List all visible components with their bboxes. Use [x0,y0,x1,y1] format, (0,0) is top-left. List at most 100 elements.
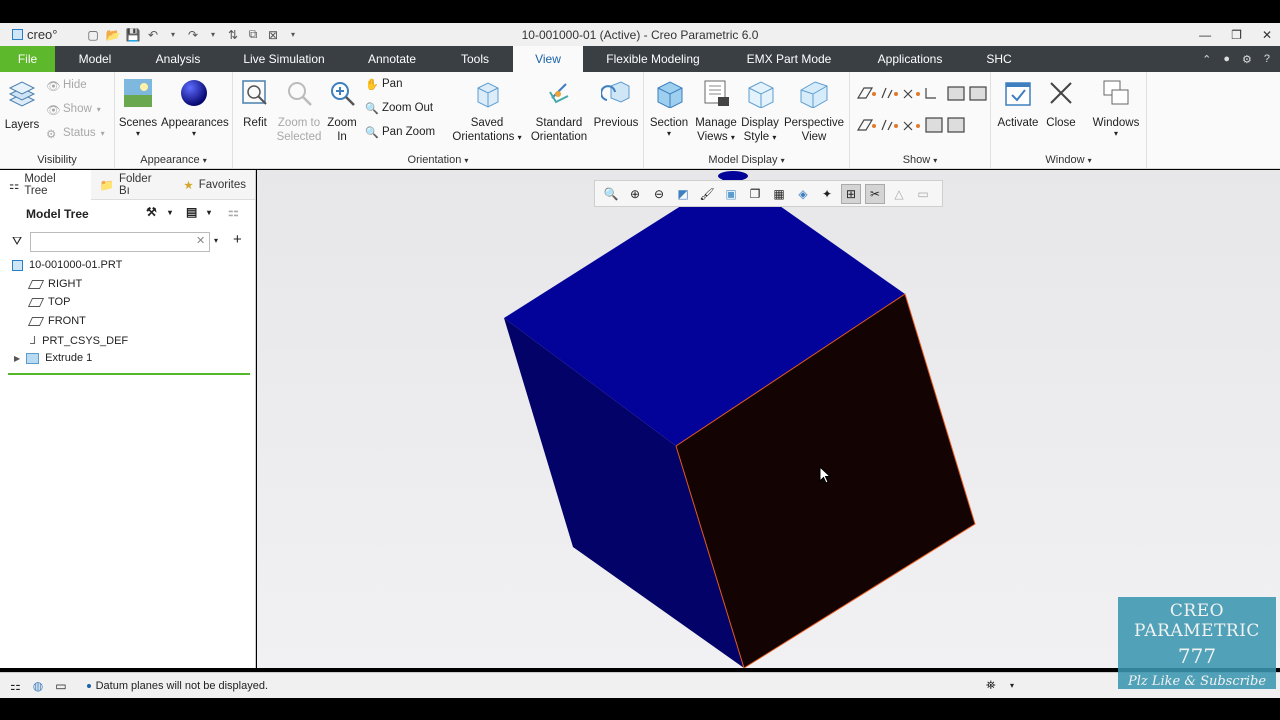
close-window-icon[interactable]: ⊠ [266,28,280,42]
tree-columns-icon[interactable]: ▤ [186,205,197,219]
zoom-to-selected-button[interactable]: Zoom to Selected [275,78,323,144]
search-dropdown-icon[interactable]: ▾ [214,236,218,245]
pan-zoom-button[interactable]: 🔍 Pan Zoom [365,126,435,139]
save-icon[interactable]: 💾 [126,28,141,42]
find-binoculars-icon[interactable]: ⛯ [986,678,996,693]
tab-model[interactable]: Model [55,46,135,72]
manage-views-button[interactable]: Manage Views ▾ [693,78,739,145]
group-label-orientation[interactable]: Orientation ▾ [233,154,643,166]
repaint-icon[interactable]: ◩ [673,184,693,204]
settings-hammer-icon[interactable]: ⚒ [146,205,157,219]
datum-display-filters-icon[interactable]: ✦ [817,184,837,204]
tab-emx-part-mode[interactable]: EMX Part Mode [723,46,855,72]
tab-file[interactable]: File [0,46,55,72]
standard-orientation-button[interactable]: Standard Orientation [529,78,589,144]
tab-live-simulation[interactable]: Live Simulation [221,46,347,72]
view-manager-icon[interactable]: ▦ [769,184,789,204]
tab-favorites[interactable]: ★ Favorites [174,170,255,200]
expand-arrow-icon[interactable]: ▶ [14,354,20,363]
tab-annotate[interactable]: Annotate [347,46,437,72]
layers-button[interactable]: Layers [3,80,41,132]
group-label-appearance[interactable]: Appearance ▾ [115,154,232,166]
appearance-icon[interactable]: 🖌 [697,184,717,204]
previous-button[interactable]: Previous [591,78,641,130]
minimize-icon[interactable]: — [1199,28,1211,42]
find-dropdown-icon[interactable]: ▾ [1010,681,1014,690]
filter-funnel-icon[interactable]: ⛛ [12,234,22,249]
zoom-out-icon[interactable]: ⊖ [649,184,669,204]
zoom-in-button[interactable]: Zoom In [325,78,359,144]
spin-center-icon[interactable]: ⊞ [841,183,861,204]
tab-tools[interactable]: Tools [437,46,513,72]
activate-button[interactable]: Activate [995,78,1041,130]
windows-button[interactable]: Windows ▾ [1089,78,1143,138]
collapse-ribbon-icon[interactable]: ⌃ [1202,53,1211,66]
zoom-in-icon[interactable]: ⊕ [625,184,645,204]
refit-button[interactable]: Refit [237,78,273,130]
section-button[interactable]: Section ▾ [647,78,691,138]
toggle-browser-icon[interactable]: ◍ [33,679,43,693]
tree-item-part[interactable]: 10-001000-01.PRT [12,259,122,271]
help-icon[interactable]: ● [1223,53,1230,65]
toggle-fullscreen-icon[interactable]: ▭ [55,679,66,693]
group-label-model-display[interactable]: Model Display ▾ [644,154,849,166]
display-style-button[interactable]: Display Style ▾ [740,78,780,145]
options-icon[interactable]: ⚙ [1242,53,1252,66]
perspective-view-button[interactable]: Perspective View [782,78,846,144]
tree-item-csys[interactable]: ⅃ PRT_CSYS_DEF [30,334,128,348]
tab-shc[interactable]: SHC [965,46,1033,72]
status-button[interactable]: ⚙ Status ▾ [46,127,105,141]
graphics-viewport[interactable]: 🔍 ⊕ ⊖ ◩ 🖌 ▣ ❐ ▦ ◈ ✦ ⊞ ✂ △ ▭ [257,170,1280,668]
group-label-window[interactable]: Window ▾ [991,154,1146,166]
add-item-icon[interactable]: + [233,231,242,248]
undo-icon[interactable]: ↶ [146,28,160,42]
perspective-icon[interactable]: △ [889,184,909,204]
tab-view[interactable]: View [513,46,583,72]
toggle-navigator-icon[interactable]: ⚏ [10,679,21,693]
note-icon[interactable]: ▭ [913,184,933,204]
graphics-toolbar: 🔍 ⊕ ⊖ ◩ 🖌 ▣ ❐ ▦ ◈ ✦ ⊞ ✂ △ ▭ [594,180,943,207]
redo-icon[interactable]: ↷ [186,28,200,42]
group-label-show[interactable]: Show ▾ [850,154,990,166]
zoom-to-selected-icon [288,82,312,106]
cube-model[interactable] [257,170,1280,668]
tree-search-input[interactable] [30,232,210,252]
customize-dropdown-icon[interactable]: ▾ [286,28,300,42]
tab-flexible-modeling[interactable]: Flexible Modeling [583,46,723,72]
refit-icon[interactable]: 🔍 [601,184,621,204]
tree-item-front[interactable]: FRONT [27,315,86,327]
open-file-icon[interactable]: 📂 [106,28,121,42]
new-file-icon[interactable]: ▢ [86,28,100,42]
annotation-display-icon[interactable]: ✂ [865,183,885,204]
search-help-icon[interactable]: ? [1264,53,1270,65]
scenes-button[interactable]: Scenes ▾ [117,78,159,138]
clear-search-icon[interactable]: ✕ [196,234,205,247]
tree-item-extrude[interactable]: ▶ Extrude 1 [14,352,92,364]
windows-icon[interactable]: ⧉ [246,27,260,42]
saved-orientations-button[interactable]: Saved Orientations ▾ [449,78,525,145]
tab-model-tree[interactable]: ⚏ Model Tree [0,169,91,200]
undo-dropdown-icon[interactable]: ▾ [166,28,180,42]
tree-filter-icon[interactable]: ⚏ [228,205,239,219]
section-icon[interactable]: ◈ [793,184,813,204]
redo-dropdown-icon[interactable]: ▾ [206,28,220,42]
restore-icon[interactable]: ❐ [1231,28,1242,42]
pan-button[interactable]: ✋ Pan [365,78,402,91]
tree-item-right[interactable]: RIGHT [27,278,82,290]
close-button[interactable]: Close [1043,78,1079,130]
display-style-icon[interactable]: ▣ [721,184,741,204]
show-button[interactable]: 👁 Show ▾ [46,103,101,117]
hide-button[interactable]: 👁 Hide [46,79,87,93]
saved-orientations-icon[interactable]: ❐ [745,184,765,204]
appearances-button[interactable]: Appearances ▾ [161,78,229,138]
regenerate-icon[interactable]: ⇅ [226,28,240,42]
settings-dropdown-icon[interactable]: ▾ [168,208,172,217]
tab-applications[interactable]: Applications [855,46,965,72]
tab-analysis[interactable]: Analysis [135,46,221,72]
close-icon[interactable]: ✕ [1262,28,1272,42]
zoom-out-button[interactable]: 🔍 Zoom Out [365,102,433,115]
tree-item-top[interactable]: TOP [27,296,70,308]
insert-here-indicator[interactable] [8,373,250,375]
columns-dropdown-icon[interactable]: ▾ [207,208,211,217]
tab-folder-browser[interactable]: 📁 Folder Bı [91,170,175,200]
